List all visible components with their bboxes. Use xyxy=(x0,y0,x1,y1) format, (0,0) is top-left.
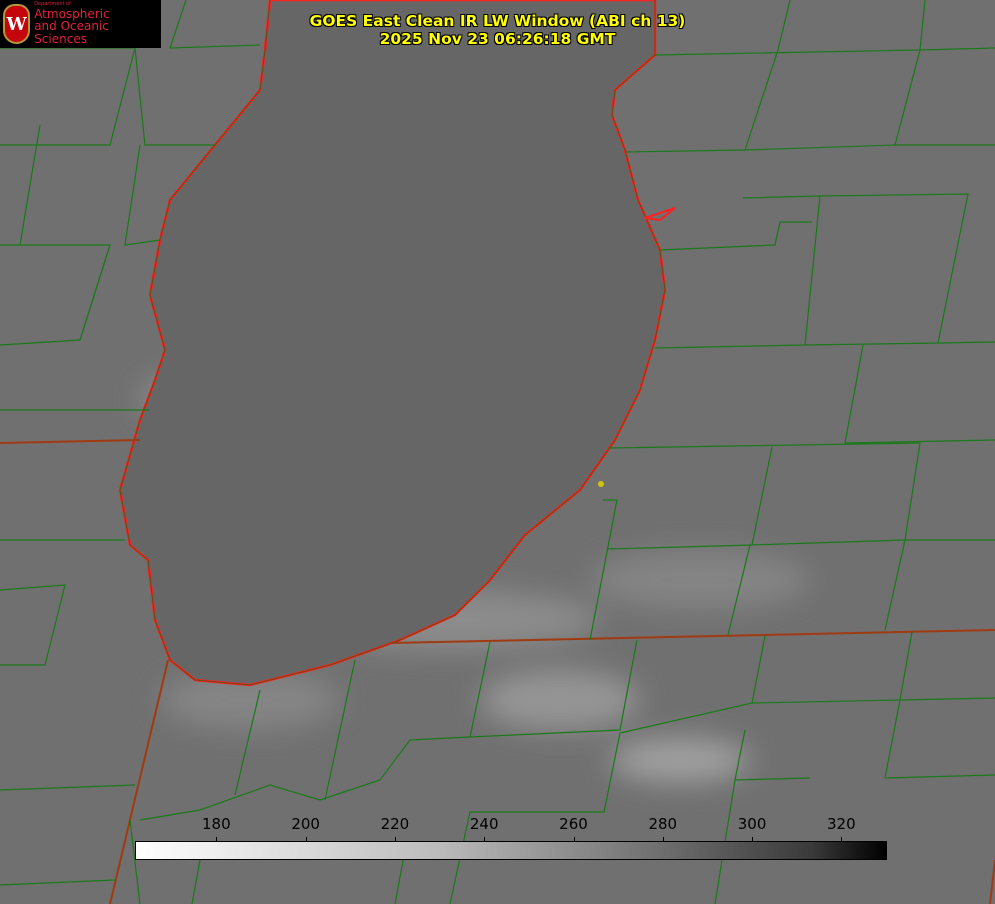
logo-line2: and Oceanic Sciences xyxy=(34,19,109,46)
colorbar-tick xyxy=(841,837,843,842)
colorbar-tick xyxy=(484,837,486,842)
colorbar-tick-label: 280 xyxy=(648,815,678,833)
lake-michigan xyxy=(118,0,667,687)
colorbar-tick xyxy=(573,837,575,842)
colorbar-tick-label: 240 xyxy=(469,815,499,833)
colorbar-tick xyxy=(305,837,307,842)
uw-seal-icon: W xyxy=(3,4,31,44)
colorbar: 180 200 220 240 260 280 300 320 xyxy=(135,815,887,860)
title-timestamp: 2025 Nov 23 06:26:18 GMT xyxy=(379,30,616,48)
coastline-inlet xyxy=(644,207,676,222)
image-title: GOES East Clean IR LW Window (ABI ch 13)… xyxy=(250,12,745,48)
uw-aos-logo: W Department of Atmospheric and Oceanic … xyxy=(0,0,161,48)
title-product: GOES East Clean IR LW Window (ABI ch 13) xyxy=(309,12,686,30)
satellite-map: W Department of Atmospheric and Oceanic … xyxy=(0,0,995,904)
colorbar-tick xyxy=(752,837,754,842)
colorbar-tick-label: 260 xyxy=(559,815,588,833)
map-layer xyxy=(0,0,995,904)
colorbar-tick-label: 180 xyxy=(202,815,231,833)
colorbar-tick-label: 220 xyxy=(380,815,410,833)
colorbar-tick xyxy=(216,837,218,842)
location-marker xyxy=(598,481,604,487)
colorbar-tick-label: 300 xyxy=(737,815,767,833)
colorbar-tick-label: 200 xyxy=(291,815,320,833)
colorbar-tick xyxy=(394,837,396,842)
colorbar-tick-label: 320 xyxy=(827,815,856,833)
colorbar-tick xyxy=(662,837,664,842)
